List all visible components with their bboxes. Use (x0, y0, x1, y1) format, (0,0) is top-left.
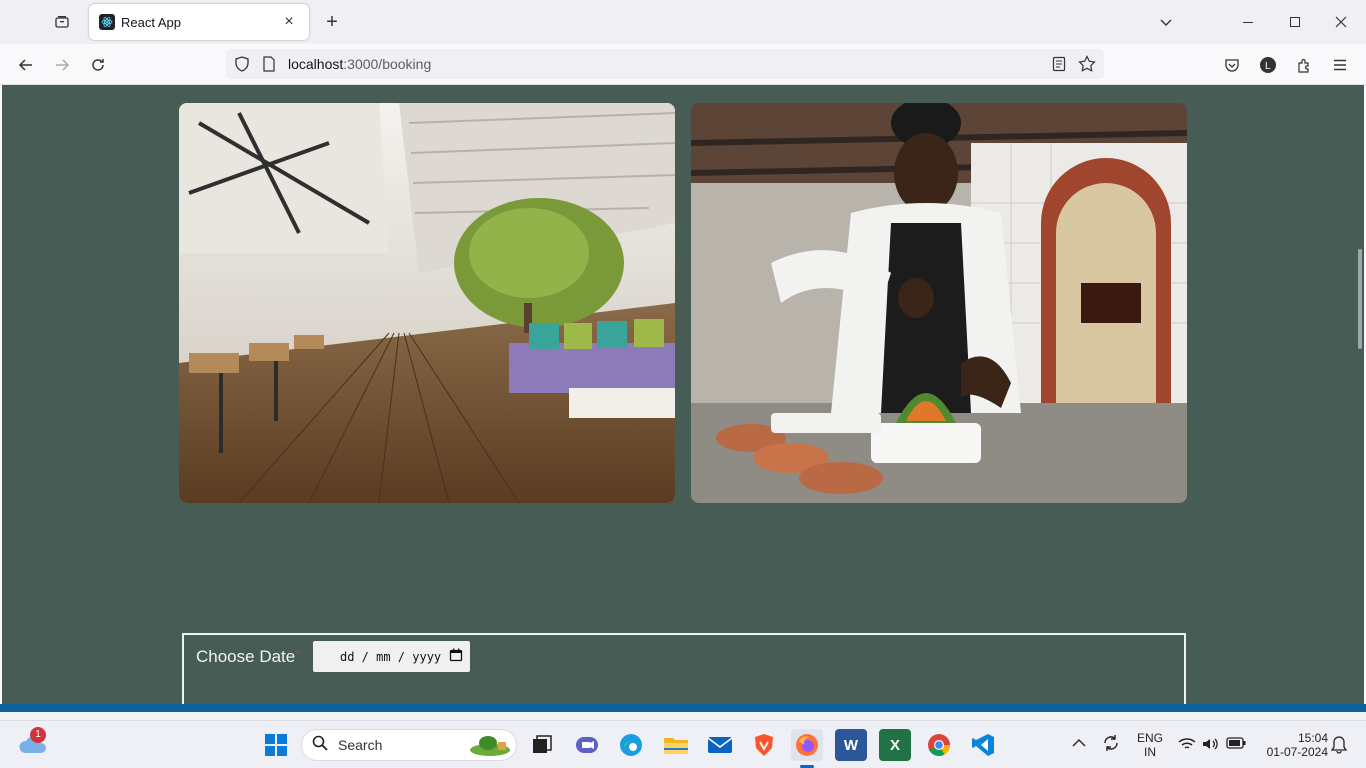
date-placeholder: dd / mm / yyyy (340, 649, 442, 664)
windows-start-icon[interactable] (260, 729, 292, 761)
file-explorer-icon[interactable] (660, 729, 692, 761)
minimize-icon[interactable] (1232, 6, 1264, 38)
sync-icon[interactable] (1101, 733, 1121, 756)
reader-view-icon[interactable] (1052, 56, 1066, 77)
list-all-tabs-icon[interactable] (1150, 6, 1182, 38)
language-indicator[interactable]: ENG IN (1137, 731, 1163, 759)
restaurant-terrace-image (179, 103, 675, 503)
tab-strip: React App × + (0, 0, 1366, 44)
reload-icon[interactable] (85, 52, 111, 78)
choose-date-label: Choose Date* (196, 647, 300, 666)
clock-time: 15:04 (1297, 731, 1328, 745)
account-avatar-icon[interactable]: L (1255, 52, 1281, 78)
clock[interactable]: 15:04 01-07-2024 (1258, 731, 1328, 759)
vscode-icon[interactable] (967, 729, 999, 761)
tab-react-app[interactable]: React App × (89, 4, 309, 40)
task-view-icon[interactable] (526, 729, 558, 761)
back-arrow-icon[interactable] (13, 52, 39, 78)
address-bar[interactable]: localhost:3000/booking (226, 49, 1104, 79)
tab-close-icon[interactable]: × (279, 13, 299, 31)
volume-icon[interactable] (1202, 737, 1220, 754)
mail-icon[interactable] (704, 729, 736, 761)
brave-browser-icon[interactable] (748, 729, 780, 761)
editor-status-strip (0, 704, 1366, 712)
show-hidden-icons-chevron-icon[interactable] (1072, 737, 1086, 751)
page-info-icon[interactable] (262, 56, 276, 77)
bookmark-star-icon[interactable] (1078, 55, 1096, 78)
shield-icon[interactable] (234, 56, 250, 77)
tab-title: React App (121, 14, 181, 30)
edge-browser-icon[interactable] (615, 729, 647, 761)
navigation-bar: localhost:3000/booking L (0, 44, 1366, 85)
excel-app-icon[interactable]: X (879, 729, 911, 761)
taskbar: 1 Search W X ENG IN 15:04 01-07-2024 (0, 720, 1366, 768)
calendar-icon[interactable] (449, 648, 463, 666)
svg-text:L: L (1265, 61, 1271, 72)
close-window-icon[interactable] (1325, 6, 1357, 38)
required-asterisk: * (295, 647, 300, 661)
firefox-browser-icon[interactable] (791, 729, 823, 761)
chrome-browser-icon[interactable] (923, 729, 955, 761)
forward-arrow-icon[interactable] (49, 52, 75, 78)
pocket-icon[interactable] (1219, 52, 1245, 78)
browser-window: React App × + localhost:3000/booking L C… (0, 0, 1366, 712)
booking-form: Choose Date* dd / mm / yyyy (182, 633, 1186, 712)
tab-list-icon[interactable] (50, 10, 74, 34)
chef-plating-image (691, 103, 1187, 503)
teams-meet-icon[interactable] (571, 729, 603, 761)
page-scrollbar[interactable] (1358, 249, 1362, 349)
search-highlight-icon (468, 734, 512, 759)
word-app-icon[interactable]: W (835, 729, 867, 761)
clock-date: 01-07-2024 (1266, 745, 1328, 759)
menu-hamburger-icon[interactable] (1327, 52, 1353, 78)
weather-cloud-icon[interactable]: 1 (18, 727, 48, 762)
maximize-icon[interactable] (1279, 6, 1311, 38)
search-placeholder: Search (338, 737, 383, 753)
notifications-bell-icon[interactable] (1330, 736, 1348, 757)
url-text[interactable]: localhost:3000/booking (288, 56, 431, 72)
booking-page: Choose Date* dd / mm / yyyy (2, 85, 1364, 712)
date-input[interactable]: dd / mm / yyyy (313, 641, 470, 672)
taskbar-search[interactable]: Search (301, 729, 517, 761)
notification-badge: 1 (30, 727, 46, 743)
extensions-icon[interactable] (1291, 52, 1317, 78)
search-icon (312, 735, 328, 756)
wifi-icon[interactable] (1178, 737, 1196, 754)
react-logo-icon (99, 14, 115, 30)
battery-icon[interactable] (1226, 737, 1246, 752)
new-tab-button[interactable]: + (320, 10, 344, 34)
